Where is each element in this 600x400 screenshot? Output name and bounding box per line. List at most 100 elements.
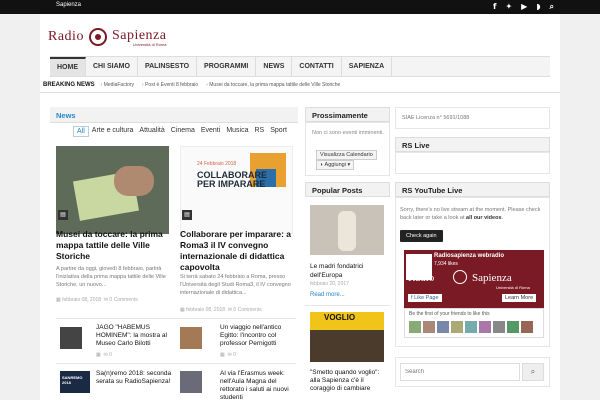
thumb-egitto[interactable] xyxy=(180,327,202,349)
popular-date-1: febbraio 20, 2017 xyxy=(310,281,349,287)
fb-likes: 7,934 likes xyxy=(434,261,458,267)
friend-avatar[interactable] xyxy=(409,321,421,333)
nav-news[interactable]: NEWS xyxy=(256,57,293,76)
featured-comments-2[interactable]: 0 Comments xyxy=(233,307,261,313)
license-box: SIAE Licenza n° 5691/1088 xyxy=(395,107,550,129)
tab-cinema[interactable]: Cinema xyxy=(168,126,198,137)
featured-comments-1[interactable]: 0 Comments xyxy=(109,297,137,303)
small-comments-1[interactable]: 0 xyxy=(109,352,112,358)
fb-page-name[interactable]: Radiosapienza webradio xyxy=(434,253,504,259)
breaking-news-item[interactable]: Musei da toccare, la prima mappa tattile… xyxy=(206,82,340,88)
site-logo[interactable]: Radio Sapienza Università di Roma xyxy=(48,24,166,50)
rss-icon[interactable]: ◗ xyxy=(536,0,540,14)
friend-avatar[interactable] xyxy=(423,321,435,333)
tab-rs[interactable]: RS xyxy=(252,126,268,137)
fb-friends-box: Be the first of your friends to like thi… xyxy=(404,308,544,338)
friend-avatar[interactable] xyxy=(507,321,519,333)
breaking-news-item[interactable]: MediaFactory xyxy=(101,82,134,88)
small-meta-1: ▦ ✉ 0 xyxy=(96,352,112,358)
popular-title-2[interactable]: "Smetto quando voglio": alla Sapienza c'… xyxy=(310,369,388,393)
fb-logo-subtitle: Università di Roma xyxy=(496,285,530,290)
prossimamente-header: Prossimamente xyxy=(305,107,390,122)
popular-image-2[interactable]: VOGLIO xyxy=(310,312,384,362)
tab-arte-e-cultura[interactable]: Arte e cultura xyxy=(89,126,137,137)
friend-avatar[interactable] xyxy=(479,321,491,333)
featured-meta-1: ▦ febbraio 08, 2018 ✉ 0 Comments xyxy=(56,297,138,303)
featured-image-tactile-map[interactable] xyxy=(56,146,169,234)
facebook-page-widget[interactable]: Radiosapienza webradio 7,934 likes Radio… xyxy=(404,250,544,308)
fb-like-button[interactable]: f Like Page xyxy=(408,294,442,302)
twitter-icon[interactable]: ✦ xyxy=(505,0,512,14)
image-banner-line-2: PER IMPARARE xyxy=(197,179,266,189)
small-meta-2: ▦ ✉ 0 xyxy=(220,352,236,358)
logo-subtitle: Università di Roma xyxy=(132,41,167,47)
search-box: ⌕ xyxy=(395,357,550,387)
thumb-erasmus[interactable] xyxy=(180,371,202,393)
add-calendar-label: Aggiungi xyxy=(324,162,346,168)
popular-posts-header: Popular Posts xyxy=(305,182,390,197)
all-videos-link[interactable]: all our videos xyxy=(466,215,501,221)
nav-palinsesto[interactable]: PALINSESTO xyxy=(138,57,198,76)
top-bar: Sapienza f ✦ ▶ ◗ ⌕ xyxy=(0,0,600,14)
image-cast-shape xyxy=(310,330,384,362)
fb-friends-text: Be the first of your friends to like thi… xyxy=(409,311,490,317)
youtube-live-header: RS YouTube Live xyxy=(395,182,550,197)
popular-title-1[interactable]: Le madri fondatrici dell'Europa xyxy=(310,262,386,280)
fb-learn-more-button[interactable]: Learn More xyxy=(502,294,537,302)
breaking-news-label: BREAKING NEWS xyxy=(43,82,95,88)
small-title-1[interactable]: JAGO "HABEMUS HOMINEM": la mostra al Mus… xyxy=(96,324,172,348)
check-again-button[interactable]: Check again xyxy=(400,230,443,242)
thumb-jago[interactable] xyxy=(60,327,82,349)
popular-image-1[interactable] xyxy=(310,205,384,255)
tab-attualita[interactable]: Attualità xyxy=(136,126,167,137)
calendar-button[interactable]: Visualizza Calendario xyxy=(316,150,377,160)
fb-friends-avatars xyxy=(409,321,533,333)
featured-title-1[interactable]: Musei da toccare: la prima mappa tattile… xyxy=(56,229,171,262)
facebook-icon[interactable]: f xyxy=(493,0,496,14)
nav-sapienza[interactable]: SAPIENZA xyxy=(342,57,393,76)
social-icons: f ✦ ▶ ◗ ⌕ xyxy=(493,0,554,14)
add-calendar-button[interactable]: ◗ Aggiungi ▾ xyxy=(316,160,355,170)
thumb-sanremo[interactable]: SANREMO 2018 xyxy=(60,371,90,393)
nav-contatti[interactable]: CONTATTI xyxy=(292,57,342,76)
featured-image-collaborare[interactable]: 24 Febbraio 2018 COLLABORARE PER IMPARAR… xyxy=(180,146,293,234)
tab-all[interactable]: All xyxy=(73,126,89,137)
featured-text-1: A partire da oggi, giovedì 8 febbraio, p… xyxy=(56,266,166,288)
search-icon[interactable]: ⌕ xyxy=(550,0,554,14)
friend-avatar[interactable] xyxy=(465,321,477,333)
nav-home[interactable]: HOME xyxy=(50,57,86,76)
thumb-sanremo-text: SANREMO 2018 xyxy=(62,375,83,385)
small-title-2[interactable]: Un viaggio nell'antico Egitto: l'incontr… xyxy=(220,324,296,348)
friend-avatar[interactable] xyxy=(437,321,449,333)
youtube-icon[interactable]: ▶ xyxy=(521,0,527,14)
small-title-4[interactable]: Al via l'Erasmus week: nell'Aula Magna d… xyxy=(220,370,298,400)
search-submit-icon[interactable]: ⌕ xyxy=(522,363,544,381)
fb-logo-radio: Radio xyxy=(408,272,435,284)
youtube-live-title: RS YouTube Live xyxy=(402,186,463,195)
breaking-news-item[interactable]: Post è Eventi 8 febbraio xyxy=(142,82,198,88)
featured-title-2[interactable]: Collaborare per imparare: a Roma3 il IV … xyxy=(180,229,295,273)
search-input[interactable] xyxy=(400,363,520,381)
fb-like-label: Like Page xyxy=(414,295,439,301)
fb-logo-sapienza: Sapienza xyxy=(472,272,512,284)
nav-programmi[interactable]: PROGRAMMI xyxy=(197,57,257,76)
youtube-text-1: Sorry, there's no live stream at the mom… xyxy=(400,207,507,213)
small-comments-2[interactable]: 0 xyxy=(233,352,236,358)
tab-musica[interactable]: Musica xyxy=(223,126,251,137)
news-category-tabs: All Arte e cultura Attualità Cinema Even… xyxy=(73,126,290,137)
prossimamente-title: Prossimamente xyxy=(312,111,368,120)
friend-avatar[interactable] xyxy=(521,321,533,333)
nav-chi-siamo[interactable]: CHI SIAMO xyxy=(86,57,138,76)
breaking-news-bar: BREAKING NEWS MediaFactory Post è Eventi… xyxy=(40,78,560,93)
fb-logo-seal-icon xyxy=(453,270,467,284)
friend-avatar[interactable] xyxy=(451,321,463,333)
article-type-icon: ▤ xyxy=(58,210,68,220)
read-more-link[interactable]: Read more... xyxy=(310,292,345,298)
top-site-link[interactable]: Sapienza xyxy=(56,2,81,8)
tab-eventi[interactable]: Eventi xyxy=(198,126,223,137)
tab-sport[interactable]: Sport xyxy=(267,126,290,137)
small-title-3[interactable]: Sa(n)remo 2018: seconda serata su RadioS… xyxy=(96,370,172,386)
friend-avatar[interactable] xyxy=(493,321,505,333)
image-voglio-text: VOGLIO xyxy=(324,313,356,322)
main-nav: HOME CHI SIAMO PALINSESTO PROGRAMMI NEWS… xyxy=(50,56,550,77)
